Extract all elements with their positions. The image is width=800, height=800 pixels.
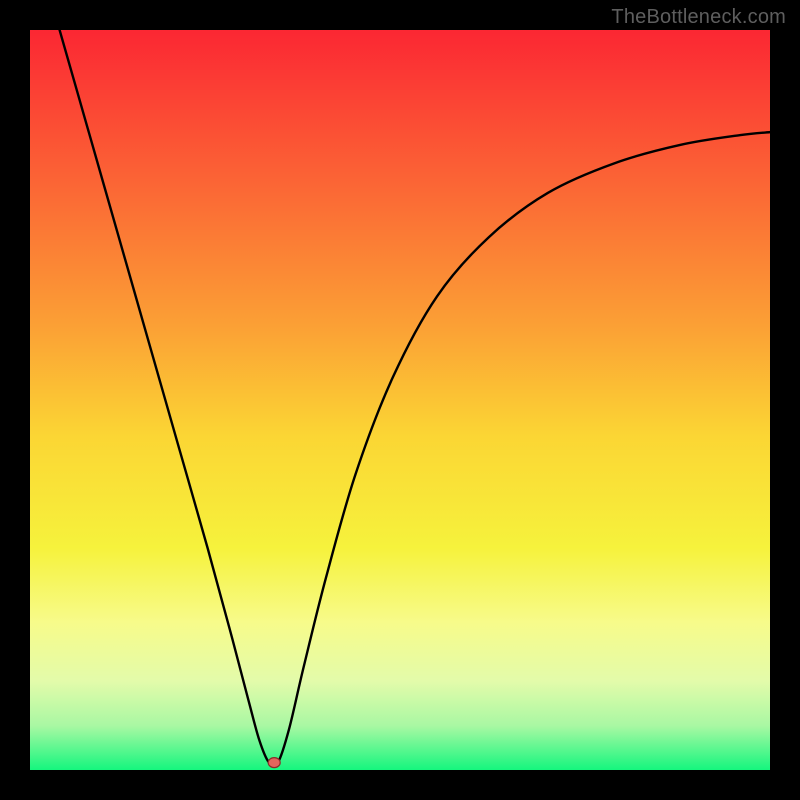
chart-background <box>30 30 770 770</box>
min-marker <box>268 758 280 768</box>
bottleneck-chart <box>30 30 770 770</box>
chart-frame: TheBottleneck.com <box>0 0 800 800</box>
watermark-label: TheBottleneck.com <box>611 6 786 29</box>
